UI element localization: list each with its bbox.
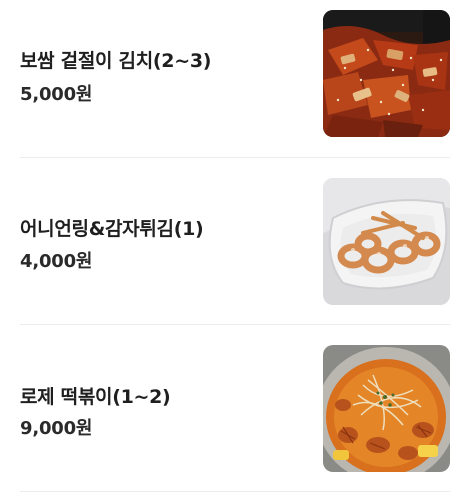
menu-item-price: 5,000원 xyxy=(20,84,93,105)
divider xyxy=(20,491,450,492)
rose-tteokbokki-photo xyxy=(323,345,450,472)
kimchi-photo xyxy=(323,10,450,137)
menu-item-price: 4,000원 xyxy=(20,251,93,272)
menu-item-name: 보쌈 겉절이 김치(2~3) xyxy=(20,50,212,72)
menu-item-bossam-kimchi[interactable]: 보쌈 겉절이 김치(2~3) 5,000원 xyxy=(0,0,466,167)
menu-item-onion-rings-fries[interactable]: 어니언링&감자튀김(1) 4,000원 xyxy=(0,167,466,334)
divider xyxy=(20,324,450,325)
menu-item-rose-tteokbokki[interactable]: 로제 떡볶이(1~2) 9,000원 xyxy=(0,334,466,495)
menu-item-price: 9,000원 xyxy=(20,418,93,439)
menu-item-name: 어니언링&감자튀김(1) xyxy=(20,218,204,240)
menu-list: 보쌈 겉절이 김치(2~3) 5,000원 어니언링&감자튀김(1) 4,000… xyxy=(0,0,466,495)
divider xyxy=(20,157,450,158)
menu-item-name: 로제 떡볶이(1~2) xyxy=(20,386,171,408)
onion-rings-fries-photo xyxy=(323,178,450,305)
